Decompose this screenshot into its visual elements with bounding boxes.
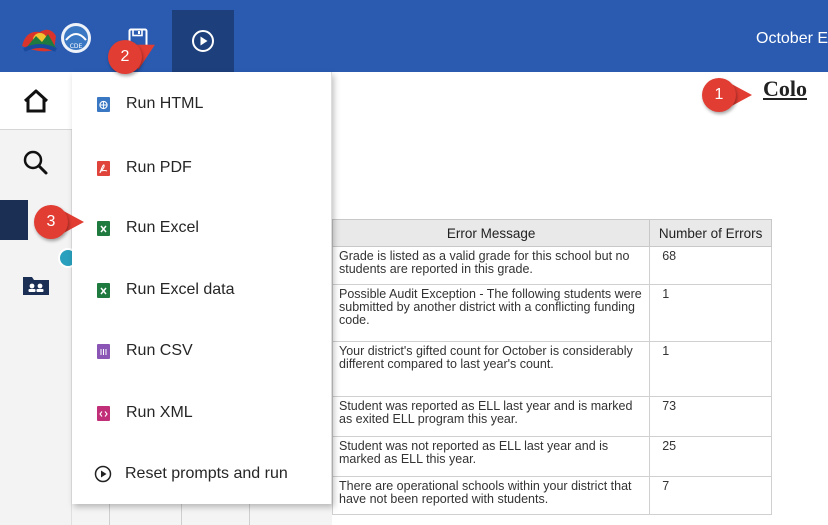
- colorado-cde-logo-icon[interactable]: CDE: [20, 22, 96, 56]
- table-row: Possible Audit Exception - The following…: [331, 284, 772, 342]
- error-count-cell: 25: [649, 436, 772, 477]
- run-menu: Run HTML Run PDF Run Excel Run Excel dat…: [72, 72, 332, 504]
- error-message-cell: Your district's gifted count for October…: [331, 341, 651, 397]
- report-title: October E: [756, 30, 828, 47]
- error-count-cell: 68: [649, 246, 772, 285]
- table-row: Student was reported as ELL last year an…: [331, 396, 772, 437]
- bottom-cell: [72, 504, 110, 525]
- error-message-cell: There are operational schools within you…: [331, 476, 651, 515]
- run-button[interactable]: [172, 10, 234, 72]
- error-message-cell: Student was not reported as ELL last yea…: [331, 436, 651, 477]
- bottom-cell: [182, 504, 250, 525]
- menu-item-run-excel-data[interactable]: Run Excel data: [72, 262, 332, 318]
- menu-item-reset-prompts-and-run[interactable]: Reset prompts and run: [72, 446, 332, 502]
- search-icon: [23, 150, 48, 175]
- excel-file-icon: [96, 220, 110, 236]
- callout-1: 1: [702, 78, 764, 112]
- xml-file-icon: [96, 405, 110, 421]
- menu-item-label: Run PDF: [126, 159, 192, 176]
- page-heading: Colo: [763, 76, 807, 101]
- menu-item-run-excel[interactable]: Run Excel: [72, 200, 332, 256]
- menu-item-label: Run Excel: [126, 219, 199, 236]
- bottom-strip: [72, 504, 332, 525]
- error-count-cell: 73: [649, 396, 772, 437]
- left-nav: [0, 72, 78, 525]
- callout-number: 3: [34, 205, 68, 239]
- svg-text:CDE: CDE: [70, 43, 83, 50]
- table-row: Grade is listed as a valid grade for thi…: [331, 246, 772, 285]
- table-row: Your district's gifted count for October…: [331, 341, 772, 397]
- error-count-cell: 1: [649, 341, 772, 397]
- error-message-cell: Possible Audit Exception - The following…: [331, 284, 651, 342]
- play-circle-icon: [192, 30, 214, 52]
- menu-item-label: Reset prompts and run: [125, 465, 288, 482]
- error-message-cell: Grade is listed as a valid grade for thi…: [331, 246, 651, 285]
- callout-number: 2: [108, 40, 142, 74]
- nav-search[interactable]: [0, 134, 72, 192]
- menu-item-run-pdf[interactable]: Run PDF: [72, 140, 332, 196]
- csv-file-icon: [96, 343, 110, 359]
- table-row: There are operational schools within you…: [331, 476, 772, 515]
- menu-item-run-html[interactable]: Run HTML: [72, 76, 332, 132]
- error-count-cell: 7: [649, 476, 772, 515]
- html-file-icon: [96, 96, 110, 112]
- column-header-error-message[interactable]: Error Message: [331, 219, 651, 247]
- callout-3: 3: [34, 205, 96, 239]
- excel-data-file-icon: [96, 282, 110, 298]
- menu-item-run-xml[interactable]: Run XML: [72, 385, 332, 441]
- menu-item-label: Run XML: [126, 404, 193, 421]
- bottom-cell: [110, 504, 182, 525]
- play-circle-icon: [94, 465, 112, 483]
- error-table: Error Message Number of Errors Grade is …: [331, 219, 772, 515]
- nav-home[interactable]: [0, 72, 72, 130]
- menu-item-label: Run HTML: [126, 95, 204, 112]
- callout-number: 1: [702, 78, 736, 112]
- team-folder-icon: [23, 277, 49, 295]
- error-count-cell: 1: [649, 284, 772, 342]
- menu-item-label: Run CSV: [126, 342, 193, 359]
- error-message-cell: Student was reported as ELL last year an…: [331, 396, 651, 437]
- callout-2: 2: [108, 32, 168, 74]
- menu-item-label: Run Excel data: [126, 281, 235, 298]
- nav-team-content[interactable]: [0, 256, 72, 314]
- menu-item-run-csv[interactable]: Run CSV: [72, 323, 332, 379]
- pdf-file-icon: [96, 160, 110, 176]
- column-header-number-of-errors[interactable]: Number of Errors: [649, 219, 772, 247]
- table-row: Student was not reported as ELL last yea…: [331, 436, 772, 477]
- content-icon[interactable]: [0, 200, 28, 240]
- home-icon: [23, 89, 49, 112]
